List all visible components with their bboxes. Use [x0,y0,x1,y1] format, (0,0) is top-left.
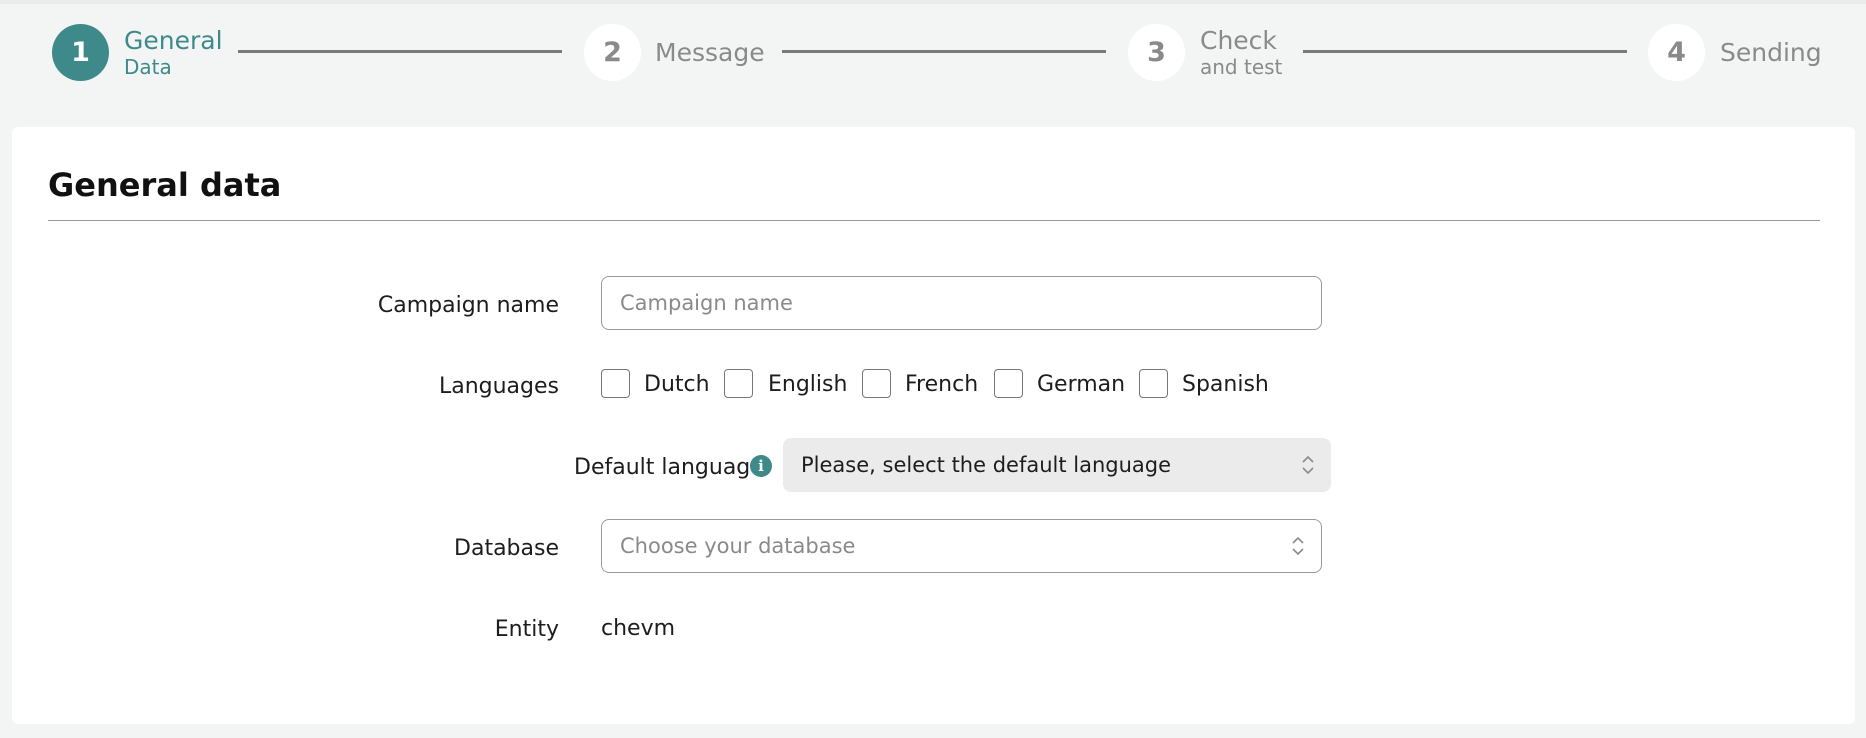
checkbox-german[interactable] [994,369,1023,398]
step-3-circle[interactable]: 3 [1128,24,1185,81]
checkbox-spanish[interactable] [1139,369,1168,398]
checkbox-english[interactable] [724,369,753,398]
default-language-label: Default language [574,455,764,480]
step-1-label[interactable]: General [124,28,223,53]
languages-label: Languages [438,374,559,399]
campaign-name-label: Campaign name [377,293,559,318]
database-select-value: Choose your database [620,534,856,558]
database-select[interactable]: Choose your database [601,519,1322,573]
step-4-label[interactable]: Sending [1720,40,1822,65]
info-icon[interactable]: i [750,455,772,477]
step-1-circle[interactable]: 1 [52,24,109,81]
default-language-select-value: Please, select the default language [801,453,1172,477]
database-label: Database [454,536,559,561]
entity-label: Entity [494,617,559,642]
chevron-updown-icon [1292,536,1304,556]
checkbox-label-spanish[interactable]: Spanish [1182,374,1269,396]
step-2-label[interactable]: Message [655,40,765,65]
default-language-select[interactable]: Please, select the default language [783,438,1331,492]
step-3-sublabel: and test [1200,55,1283,79]
step-2-circle[interactable]: 2 [584,24,641,81]
step-connector-2 [782,50,1106,53]
checkbox-dutch[interactable] [601,369,630,398]
checkbox-french[interactable] [862,369,891,398]
card-title: General data [48,166,282,204]
campaign-name-input[interactable] [601,276,1322,330]
checkbox-label-german[interactable]: German [1037,374,1125,396]
step-4-circle[interactable]: 4 [1648,24,1705,81]
checkbox-label-dutch[interactable]: Dutch [644,374,710,396]
card-divider [48,220,1820,221]
checkbox-label-french[interactable]: French [905,374,978,396]
wizard-stepper: 1 General Data 2 Message 3 Check and tes… [0,0,1866,106]
entity-value: chevm [601,616,676,641]
step-connector-3 [1303,50,1627,53]
checkbox-label-english[interactable]: English [768,374,847,396]
step-connector-1 [238,50,562,53]
chevron-updown-icon [1302,455,1314,475]
step-3-label[interactable]: Check [1200,28,1277,53]
general-data-card: General data Campaign name Languages Dut… [12,127,1855,724]
step-1-sublabel: Data [124,55,172,79]
